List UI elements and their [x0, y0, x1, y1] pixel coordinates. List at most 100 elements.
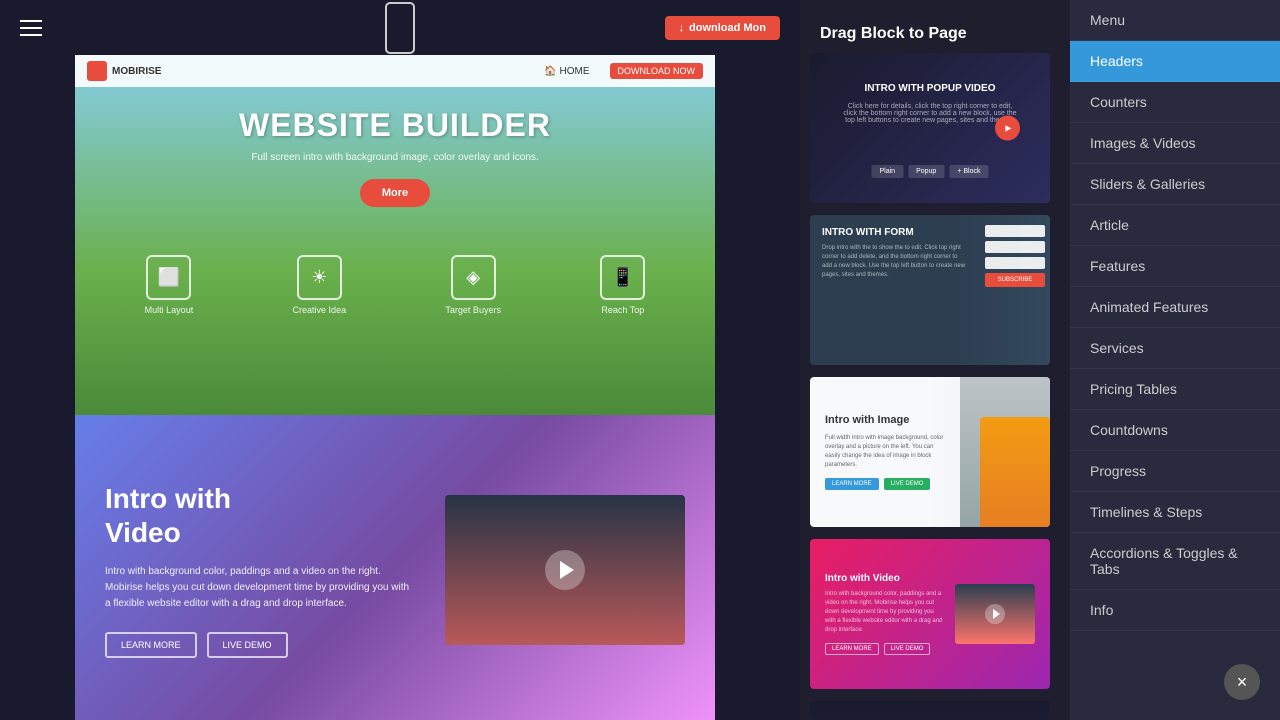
wb-feature-creativeidea: ☀ Creative Idea: [293, 255, 347, 315]
top-bar: ↓ download Mon: [0, 0, 800, 55]
thumb1-play-icon: ▶: [995, 116, 1020, 141]
thumb1-btn2: Popup: [908, 165, 944, 178]
thumb3-left: Intro with Image Full width intro with i…: [810, 399, 960, 505]
reachtop-label: Reach Top: [600, 305, 645, 315]
thumb1-bg: INTRO WITH POPUP VIDEO Click here for de…: [810, 53, 1050, 203]
thumb2-bg: INTRO WITH FORM Drop intro with the to s…: [810, 215, 1050, 365]
thumb-intro-popup-video[interactable]: INTRO WITH POPUP VIDEO Click here for de…: [810, 53, 1050, 203]
thumb3-bg: Intro with Image Full width intro with i…: [810, 377, 1050, 527]
thumb2-title: INTRO WITH FORM: [822, 227, 968, 238]
thumb4-play-icon: [985, 604, 1005, 624]
thumb2-left: INTRO WITH FORM Drop intro with the to s…: [810, 215, 980, 365]
thumb5-bg: Intro with image and subscribe form Full…: [810, 701, 1050, 720]
nav-item-images-videos[interactable]: Images & Videos: [1070, 123, 1280, 164]
nav-item-accordions[interactable]: Accordions & Toggles & Tabs: [1070, 533, 1280, 590]
thumb2-submit-btn: SUBSCRIBE: [985, 273, 1045, 287]
thumb4-play-triangle: [993, 609, 1000, 619]
phone-icon[interactable]: [385, 2, 415, 54]
wb-feature-multilayout: ⬜ Multi Layout: [145, 255, 194, 315]
wb-features: ⬜ Multi Layout ☀ Creative Idea ◈ Target …: [75, 245, 715, 325]
preview-panel: ↓ download Mon MOBIRISE 🏠 HOME DOWNLOAD …: [0, 0, 800, 720]
wb-download-btn[interactable]: DOWNLOAD NOW: [610, 63, 704, 79]
iv-title: Intro withVideo: [105, 482, 415, 549]
wb-navbar: MOBIRISE 🏠 HOME DOWNLOAD NOW: [75, 55, 715, 87]
thumb2-field2: [985, 241, 1045, 253]
thumb1-subtitle: Click here for details, click the top ri…: [840, 103, 1020, 124]
thumb2-form: SUBSCRIBE: [980, 215, 1050, 365]
thumb-intro-video[interactable]: Intro with Video Intro with background c…: [810, 539, 1050, 689]
multilayout-label: Multi Layout: [145, 305, 194, 315]
wb-feature-targetbuyers: ◈ Target Buyers: [445, 255, 501, 315]
nav-item-counters[interactable]: Counters: [1070, 82, 1280, 123]
wb-logo: MOBIRISE: [87, 61, 161, 81]
iv-text: Intro withVideo Intro with background co…: [105, 482, 415, 658]
nav-item-article[interactable]: Article: [1070, 205, 1280, 246]
nav-item-services[interactable]: Services: [1070, 328, 1280, 369]
wb-subtitle: Full screen intro with background image,…: [85, 152, 705, 163]
thumb1-btn3: + Block: [949, 165, 988, 178]
nav-sidebar: Menu Headers Counters Images & Videos Sl…: [1070, 0, 1280, 720]
thumb4-title: Intro with Video: [825, 573, 945, 584]
nav-item-progress[interactable]: Progress: [1070, 451, 1280, 492]
thumb3-image: [960, 377, 1050, 527]
nav-item-sliders-galleries[interactable]: Sliders & Galleries: [1070, 164, 1280, 205]
phone-screen: [390, 10, 410, 45]
thumb4-left: Intro with Video Intro with background c…: [825, 573, 945, 655]
thumb3-person: [980, 417, 1050, 527]
reachtop-icon: 📱: [600, 255, 645, 300]
thumb4-buttons: LEARN MORE LIVE DEMO: [825, 643, 945, 655]
thumb3-title: Intro with Image: [825, 414, 945, 426]
thumb3-learn-btn: LEARN MORE: [825, 478, 879, 490]
targetbuyers-icon: ◈: [451, 255, 496, 300]
iv-video-container[interactable]: [445, 495, 685, 645]
thumb1-btn1: Plain: [872, 165, 904, 178]
hamburger-icon[interactable]: [20, 20, 42, 36]
wb-more-button[interactable]: More: [360, 179, 430, 207]
iv-learn-more-button[interactable]: LEARN MORE: [105, 632, 197, 658]
drag-panel-header: Drag Block to Page: [810, 10, 1060, 53]
drag-panel: Drag Block to Page INTRO WITH POPUP VIDE…: [800, 0, 1280, 720]
targetbuyers-label: Target Buyers: [445, 305, 501, 315]
nav-item-pricing-tables[interactable]: Pricing Tables: [1070, 369, 1280, 410]
intro-video-section: Intro withVideo Intro with background co…: [75, 415, 715, 720]
thumb-intro-form[interactable]: INTRO WITH FORM Drop intro with the to s…: [810, 215, 1050, 365]
download-button[interactable]: ↓ download Mon: [665, 16, 780, 40]
thumb3-desc: Full width intro with image background, …: [825, 434, 945, 470]
nav-item-animated-features[interactable]: Animated Features: [1070, 287, 1280, 328]
wb-home-link[interactable]: 🏠 HOME: [544, 66, 589, 77]
thumb4-learn-btn: LEARN MORE: [825, 643, 879, 655]
thumb3-buttons: LEARN MORE LIVE DEMO: [825, 478, 945, 490]
iv-buttons: LEARN MORE LIVE DEMO: [105, 632, 415, 658]
thumb1-buttons: Plain Popup + Block: [872, 165, 989, 178]
nav-item-countdowns[interactable]: Countdowns: [1070, 410, 1280, 451]
creativeidea-label: Creative Idea: [293, 305, 347, 315]
nav-item-headers[interactable]: Headers: [1070, 41, 1280, 82]
iv-play-button[interactable]: [545, 550, 585, 590]
thumb4-live-btn: LIVE DEMO: [884, 643, 931, 655]
iv-live-demo-button[interactable]: LIVE DEMO: [207, 632, 288, 658]
thumbnails-column: Drag Block to Page INTRO WITH POPUP VIDE…: [800, 0, 1070, 720]
thumb3-live-btn: LIVE DEMO: [884, 478, 931, 490]
wb-hero: WEBSITE BUILDER Full screen intro with b…: [75, 87, 715, 225]
iv-description: Intro with background color, paddings an…: [105, 564, 415, 612]
wb-logo-icon: [87, 61, 107, 81]
thumb4-video: [955, 584, 1035, 644]
thumb2-field3: [985, 257, 1045, 269]
nav-item-info[interactable]: Info: [1070, 590, 1280, 631]
nav-item-features[interactable]: Features: [1070, 246, 1280, 287]
play-triangle-icon: [560, 561, 574, 579]
nav-item-timelines-steps[interactable]: Timelines & Steps: [1070, 492, 1280, 533]
multilayout-icon: ⬜: [146, 255, 191, 300]
thumb-intro-image[interactable]: Intro with Image Full width intro with i…: [810, 377, 1050, 527]
close-button[interactable]: ×: [1224, 664, 1260, 700]
wb-logo-text: MOBIRISE: [112, 66, 161, 77]
nav-item-menu[interactable]: Menu: [1070, 0, 1280, 41]
thumb4-desc: Intro with background color, paddings an…: [825, 590, 945, 635]
thumb4-bg: Intro with Video Intro with background c…: [810, 539, 1050, 689]
thumb-intro-subscribe[interactable]: Intro with image and subscribe form Full…: [810, 701, 1050, 720]
thumb2-desc: Drop intro with the to show the to edit.…: [822, 244, 968, 280]
wb-main-title: WEBSITE BUILDER: [85, 107, 705, 144]
thumb2-field1: [985, 225, 1045, 237]
website-builder-section: MOBIRISE 🏠 HOME DOWNLOAD NOW WEBSITE BUI…: [75, 55, 715, 415]
creativeidea-icon: ☀: [297, 255, 342, 300]
